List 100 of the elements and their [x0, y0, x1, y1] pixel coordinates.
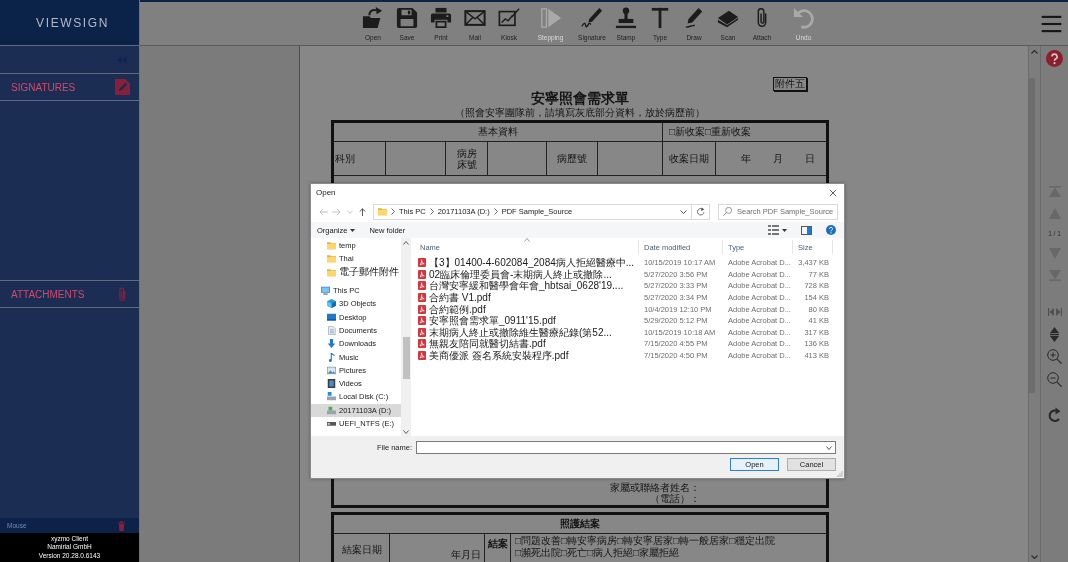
bar-play-icon	[539, 7, 562, 29]
pdf-file-icon	[418, 351, 426, 361]
file-name[interactable]: 合約書 V1.pdf	[429, 292, 491, 304]
help-button[interactable]	[1046, 50, 1063, 67]
logo: VIEWSIGN	[35, 15, 109, 30]
document-icon	[327, 325, 336, 335]
caret-down-icon	[350, 228, 356, 232]
dialog-title: Open	[316, 188, 336, 197]
form-title: 安寧照會需求單	[530, 91, 630, 107]
form-subtitle: （照會安寧團隊前，請填寫灰底部分資料，放於病歷前）	[454, 107, 706, 119]
help-icon	[826, 225, 836, 235]
closure-options: □問題改善□轉安寧病房□轉安寧居家□轉一般居家□穩定出院	[515, 535, 776, 547]
chevron-right-icon	[391, 208, 395, 215]
contact-line: 家屬或聯絡者姓名：	[610, 482, 700, 493]
scroll-up-icon	[1031, 50, 1038, 54]
zoom-in-icon	[1047, 349, 1062, 364]
file-name[interactable]: 安寧照會需求單_0911'15.pdf	[429, 315, 556, 327]
preview-pane-button[interactable]	[801, 225, 812, 235]
menu-icon	[1041, 14, 1062, 33]
drive-icon	[327, 419, 336, 428]
scroll-thumb[interactable]	[402, 337, 410, 379]
closure-options: □瀕死出院□死亡□病人拒絕□家屬拒絕	[515, 547, 680, 559]
next-button[interactable]	[1055, 308, 1062, 316]
form-field-label: 病房床號	[456, 147, 477, 170]
desktop-icon	[327, 312, 336, 322]
document-pen-icon	[115, 79, 130, 95]
case-type-options: □新收案□重新收案	[669, 125, 752, 139]
folder-icon	[327, 241, 336, 251]
pen-signature-icon	[581, 7, 603, 29]
pencil-icon	[683, 7, 705, 29]
folder-icon	[378, 207, 387, 216]
zoom-in-button[interactable]	[1047, 349, 1062, 364]
picture-icon	[327, 365, 336, 375]
undo-arrow-icon	[792, 7, 815, 29]
file-name[interactable]: 無親友陪同就醫切結書.pdf	[429, 338, 546, 350]
zoom-out-button[interactable]	[1047, 372, 1062, 387]
drive-icon	[327, 392, 336, 402]
file-name[interactable]: 【3】01400-4-602084_2084病人拒絕醫療中...	[429, 257, 635, 269]
pane-icon	[801, 225, 812, 235]
view-options-button[interactable]	[768, 225, 787, 235]
rotate-button[interactable]	[1048, 407, 1061, 422]
bar-left-triangle-icon	[1047, 308, 1054, 316]
help-button[interactable]	[826, 225, 836, 235]
help-icon	[1046, 50, 1063, 67]
cube-icon	[327, 299, 336, 309]
file-name[interactable]: 02臨床倫理委員會-末期病人終止或撤除...	[429, 268, 612, 280]
fit-page-button[interactable]	[1050, 327, 1059, 342]
envelope-icon	[464, 7, 486, 29]
sort-caret-icon	[523, 238, 530, 242]
chevron-down-icon	[826, 445, 832, 450]
music-note-icon	[327, 352, 336, 362]
stamp-icon	[615, 7, 637, 29]
form-field-label: 結案日期	[341, 543, 382, 557]
left-arrow-icon	[319, 207, 328, 216]
contact-line: （電話）：	[650, 493, 700, 504]
computer-icon	[321, 286, 330, 296]
file-name[interactable]: 合約範例.pdf	[429, 303, 486, 315]
refresh-button[interactable]	[692, 203, 710, 220]
date-unit-label: 日	[805, 151, 815, 166]
rotate-arrow-icon	[1048, 407, 1061, 422]
caret-down-icon	[782, 228, 787, 232]
drive-icon	[327, 405, 336, 415]
resize-grip-icon	[837, 471, 843, 477]
form-field-label: 科別	[335, 151, 355, 166]
folder-icon	[327, 267, 336, 277]
form-field-label: 結案	[487, 537, 508, 551]
zoom-out-icon	[1047, 372, 1062, 387]
file-name[interactable]: 美商優派 簽名系統安裝程序.pdf	[429, 350, 569, 362]
trash-icon	[118, 520, 125, 531]
monitor-chart-icon	[498, 7, 520, 29]
right-triangle-bar-icon	[1055, 308, 1062, 316]
date-units-label: 年月日	[451, 548, 481, 562]
search-icon	[723, 207, 732, 216]
annex-label: 附件五	[773, 77, 807, 91]
refresh-icon	[696, 207, 705, 216]
form-field-label: 病歷號	[557, 151, 587, 166]
pdf-file-icon	[418, 281, 426, 291]
date-unit-label: 年	[741, 151, 751, 166]
download-arrow-icon	[327, 339, 336, 349]
scrollbar[interactable]	[401, 238, 411, 436]
file-name[interactable]: 台灣安寧緩和醫學會年會_hbtsai_0628'19....	[429, 280, 624, 292]
file-name-field[interactable]	[416, 441, 836, 454]
pdf-file-icon	[418, 339, 426, 349]
chevron-right-icon	[493, 208, 498, 215]
scroll-up-icon	[403, 241, 409, 245]
file-name[interactable]: 末期病人終止或撤除維生醫療紀錄(第52...	[429, 326, 612, 338]
form-field-label: 收案日期	[669, 151, 709, 166]
chevron-down-icon	[680, 209, 687, 214]
paperclip-icon	[118, 286, 127, 302]
scroll-thumb[interactable]	[1029, 78, 1035, 393]
nav-pane-item[interactable]: 電子郵件附件	[311, 265, 401, 279]
previous-button[interactable]	[1047, 308, 1054, 316]
right-arrow-icon	[332, 207, 341, 216]
up-down-arrows-icon	[1050, 327, 1059, 342]
folder-arrow-icon	[362, 7, 384, 29]
folder-icon	[327, 254, 336, 264]
date-unit-label: 月	[773, 151, 783, 166]
printer-icon	[430, 7, 452, 29]
scroll-down-icon	[403, 430, 409, 434]
chevron-right-icon	[429, 208, 434, 215]
